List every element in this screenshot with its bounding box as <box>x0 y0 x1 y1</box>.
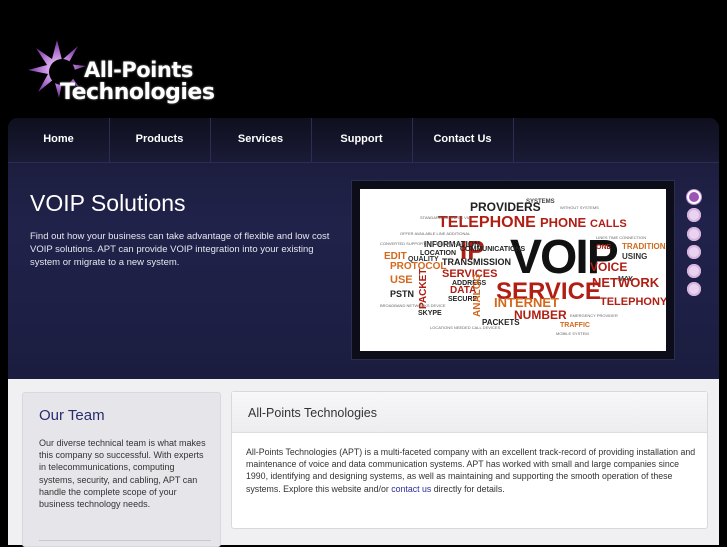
about-title: All-Points Technologies <box>248 406 378 420</box>
svg-text:STANDARD BUSINESS VIA: STANDARD BUSINESS VIA <box>420 215 471 220</box>
site-logo[interactable]: All-Points Technologies <box>26 38 226 108</box>
voip-word-cloud-image[interactable]: PROVIDERS TELEPHONE PHONE CALLS IP VOIP … <box>360 189 666 351</box>
divider <box>39 540 211 541</box>
slideshow-frame: PROVIDERS TELEPHONE PHONE CALLS IP VOIP … <box>351 180 675 360</box>
svg-text:WITHOUT SYSTEMS: WITHOUT SYSTEMS <box>560 205 599 210</box>
svg-text:MOBILE SYSTEM: MOBILE SYSTEM <box>556 331 589 336</box>
contact-us-link[interactable]: contact us <box>391 484 431 494</box>
word-cloud: PROVIDERS TELEPHONE PHONE CALLS IP VOIP … <box>380 199 666 336</box>
svg-text:EMERGENCY PROVIDER: EMERGENCY PROVIDER <box>570 313 618 318</box>
word-analog: ANALOG <box>472 273 483 317</box>
team-title: Our Team <box>39 407 105 424</box>
svg-text:OFFER AVAILABLE LINE ADDITI: OFFER AVAILABLE LINE ADDITIONAL <box>400 231 471 236</box>
word-number: NUMBER <box>514 308 567 322</box>
logo-line2: Technologies <box>60 80 215 105</box>
site-header: All-Points Technologies <box>0 0 727 118</box>
nav-contact-us[interactable]: Contact Us <box>412 118 514 162</box>
word-phone: PHONE <box>540 215 587 230</box>
svg-text:CONVERTED SUPPORT IMPLEMENTA: CONVERTED SUPPORT IMPLEMENTATIONS <box>380 241 464 246</box>
word-pstn: PSTN <box>390 289 414 299</box>
word-one: ONE <box>596 244 612 251</box>
svg-text:LINES TIME CONNECTION: LINES TIME CONNECTION <box>596 235 646 240</box>
slider-dot-6[interactable] <box>687 282 701 296</box>
word-voice: VOICE <box>590 260 627 274</box>
word-use: USE <box>390 274 413 286</box>
slider-dot-2[interactable] <box>687 208 701 222</box>
word-network: NETWORK <box>592 275 660 290</box>
nav-support[interactable]: Support <box>311 118 413 162</box>
word-transmission: TRANSMISSION <box>442 257 511 267</box>
hero-text: Find out how your business can take adva… <box>30 231 330 268</box>
about-text: All-Points Technologies (APT) is a multi… <box>246 446 696 495</box>
word-skype: SKYPE <box>418 310 442 317</box>
our-team-box: Our Team Our diverse technical team is w… <box>22 392 221 547</box>
slider-dot-5[interactable] <box>687 264 701 278</box>
word-communications: COMMUNICATIONS <box>460 246 526 253</box>
word-services: SERVICES <box>442 268 497 280</box>
svg-text:LOCATIONS NEEDED CALL DEVIC: LOCATIONS NEEDED CALL DEVICES <box>430 325 501 330</box>
word-traditional: TRADITIONAL <box>622 242 666 251</box>
slider-dot-1[interactable] <box>687 190 701 204</box>
nav-services[interactable]: Services <box>210 118 312 162</box>
word-edit: EDIT <box>384 251 407 262</box>
word-traffic: TRAFFIC <box>560 322 590 329</box>
nav-home[interactable]: Home <box>8 118 110 162</box>
logo-line1: All-Points <box>84 58 193 82</box>
about-box: All-Points Technologies All-Points Techn… <box>231 391 708 529</box>
team-text: Our diverse technical team is what makes… <box>39 438 206 510</box>
slider-dot-4[interactable] <box>687 245 701 259</box>
about-header: All-Points Technologies <box>232 392 707 433</box>
word-quality: QUALITY <box>408 256 439 263</box>
hero-title: VOIP Solutions <box>30 190 186 216</box>
about-text-end: directly for details. <box>431 483 505 494</box>
word-telephony: TELEPHONY <box>600 296 666 308</box>
word-calls: CALLS <box>590 218 627 230</box>
word-systems: SYSTEMS <box>526 199 555 205</box>
main-nav: Home Products Services Support Contact U… <box>8 118 719 163</box>
nav-products[interactable]: Products <box>109 118 211 162</box>
svg-text:BROADBAND NETWORKS DEVICE: BROADBAND NETWORKS DEVICE <box>380 303 446 308</box>
slider-dot-3[interactable] <box>687 227 701 241</box>
